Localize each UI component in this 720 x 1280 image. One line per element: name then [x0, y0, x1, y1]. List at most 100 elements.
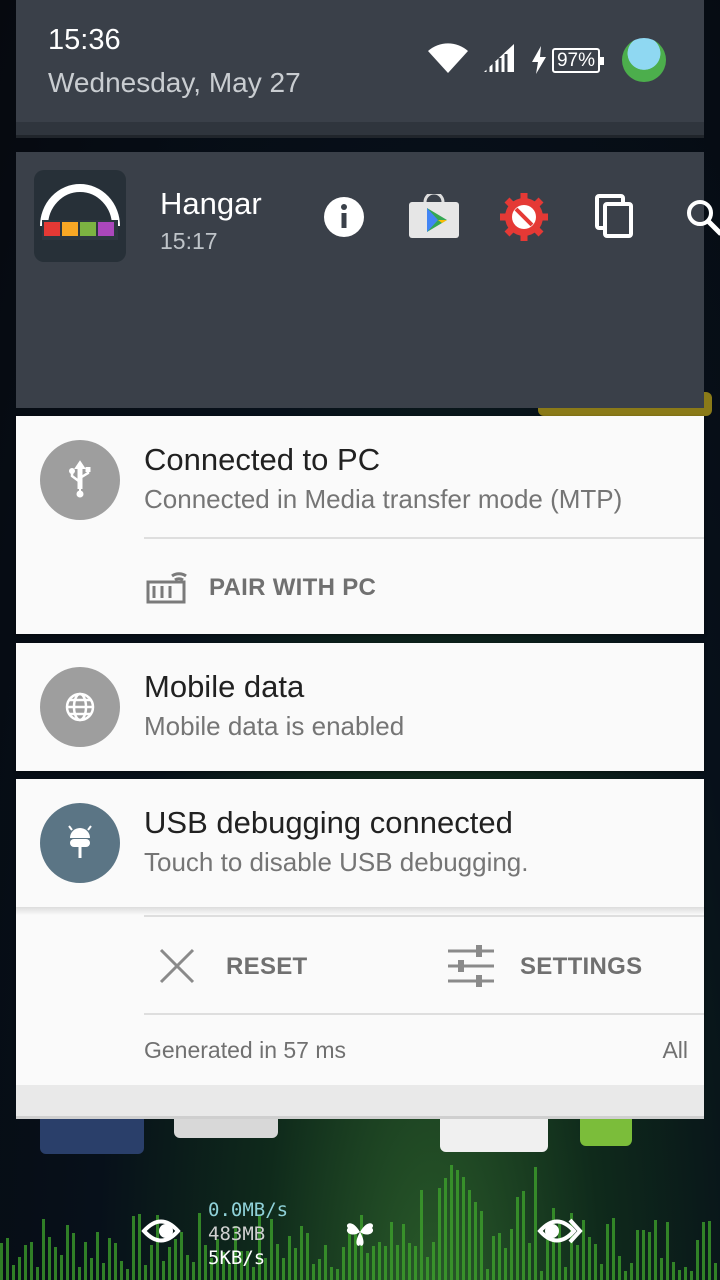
wallpaper-bar — [660, 1258, 663, 1280]
charging-icon — [531, 46, 546, 74]
wallpaper-bar — [648, 1232, 651, 1280]
download-speed: 5KB/s — [208, 1247, 266, 1269]
wallpaper-bar — [288, 1236, 291, 1280]
wallpaper-bar — [60, 1255, 63, 1280]
date[interactable]: Wednesday, May 27 — [48, 67, 301, 99]
divider — [144, 1013, 704, 1015]
generated-time: Generated in 57 ms — [144, 1037, 347, 1063]
wallpaper-bar — [690, 1271, 693, 1280]
wallpaper-bar — [516, 1197, 519, 1280]
wallpaper-bar — [66, 1225, 69, 1280]
wallpaper-bar — [0, 1243, 3, 1280]
usb-icon — [40, 440, 120, 520]
memory-usage: 483MB — [208, 1223, 266, 1245]
wallpaper-bar — [162, 1261, 165, 1280]
divider — [144, 537, 704, 539]
hangar-title: Hangar — [160, 186, 262, 221]
wallpaper-bar — [618, 1256, 621, 1280]
wifi-icon — [427, 41, 468, 80]
cell-signal-icon — [482, 42, 516, 79]
notification-title: Connected to PC — [144, 442, 381, 477]
pair-with-pc-button[interactable]: PAIR WITH PC — [144, 550, 444, 620]
notification-title: Mobile data — [144, 669, 305, 704]
header-divider — [16, 122, 704, 138]
wallpaper-bar — [384, 1246, 387, 1280]
notification-text: Connected in Media transfer mode (MTP) — [144, 484, 623, 514]
wallpaper-bar — [696, 1240, 699, 1280]
play-store-icon[interactable] — [406, 192, 462, 242]
back-button[interactable] — [140, 1210, 182, 1257]
usb-debugging-notification[interactable]: USB debugging connected Touch to disable… — [16, 779, 704, 1085]
close-icon — [158, 947, 196, 990]
wallpaper-bar — [702, 1222, 705, 1280]
connected-pc-notification[interactable]: Connected to PC Connected in Media trans… — [16, 416, 704, 634]
wallpaper-bar — [72, 1233, 75, 1280]
wallpaper-bar — [480, 1211, 483, 1280]
all-link[interactable]: All — [662, 1037, 688, 1064]
wallpaper-bar — [528, 1243, 531, 1280]
wallpaper-bar — [48, 1237, 51, 1280]
wallpaper-bar — [18, 1257, 21, 1280]
wallpaper-bar — [426, 1257, 429, 1280]
wallpaper-bar — [588, 1237, 591, 1280]
wallpaper-bar — [714, 1263, 717, 1280]
wallpaper-bar — [306, 1233, 309, 1280]
mobile-data-notification[interactable]: Mobile data Mobile data is enabled — [16, 643, 704, 771]
wallpaper-bar — [420, 1190, 423, 1280]
divider — [144, 915, 704, 917]
settings-button[interactable]: SETTINGS — [436, 927, 704, 1007]
recents-button[interactable] — [536, 1210, 584, 1257]
back-eye-icon — [141, 1219, 181, 1243]
wallpaper-bar — [684, 1267, 687, 1280]
wallpaper-bar — [672, 1262, 675, 1280]
globe-icon — [40, 667, 120, 747]
wallpaper-bar — [132, 1216, 135, 1280]
wallpaper-bar — [90, 1258, 93, 1280]
user-avatar[interactable] — [622, 38, 666, 82]
wallpaper-bar — [324, 1245, 327, 1280]
info-icon[interactable] — [316, 192, 372, 242]
search-icon[interactable] — [676, 192, 720, 242]
wallpaper-bar — [84, 1242, 87, 1280]
hangar-notification[interactable]: Hangar 15:17 — [16, 152, 720, 408]
wallpaper-bar — [36, 1267, 39, 1280]
status-bar: 15:36 Wednesday, May 27 97% — [16, 0, 704, 122]
wallpaper-bar — [396, 1245, 399, 1280]
wallpaper-bar — [390, 1222, 393, 1280]
wallpaper-bar — [600, 1264, 603, 1280]
recents-eye-icon — [537, 1218, 583, 1244]
home-button[interactable] — [342, 1214, 378, 1255]
wallpaper-bar — [102, 1263, 105, 1280]
wallpaper-bar — [540, 1271, 543, 1280]
wallpaper-bar — [204, 1245, 207, 1280]
wallpaper-bar — [594, 1244, 597, 1280]
wallpaper-bar — [312, 1264, 315, 1280]
wallpaper-bar — [402, 1224, 405, 1280]
reset-label: RESET — [226, 953, 308, 980]
wallpaper-bar — [114, 1243, 117, 1280]
hangar-time: 15:17 — [160, 228, 218, 254]
wallpaper-bar — [438, 1188, 441, 1280]
hangar-app-icon — [34, 170, 126, 262]
battery-percent: 97% — [551, 47, 605, 73]
wallpaper-bar — [198, 1213, 201, 1280]
wallpaper-bar — [474, 1202, 477, 1280]
battery-indicator: 97% — [530, 46, 605, 74]
wallpaper-bar — [624, 1271, 627, 1280]
wallpaper-bar — [318, 1259, 321, 1280]
wallpaper-bar — [462, 1177, 465, 1280]
wallpaper-bar — [330, 1267, 333, 1280]
wallpaper-bar — [30, 1242, 33, 1280]
wallpaper-bar — [336, 1269, 339, 1280]
notification-title: USB debugging connected — [144, 805, 513, 840]
copy-icon[interactable] — [586, 192, 642, 242]
wallpaper-bar — [432, 1242, 435, 1280]
wallpaper-bar — [468, 1190, 471, 1280]
wallpaper-bar — [504, 1248, 507, 1280]
wallpaper-bar — [294, 1248, 297, 1280]
reset-button[interactable]: RESET — [144, 927, 364, 1007]
wallpaper-bar — [120, 1261, 123, 1280]
blocked-settings-icon[interactable] — [496, 192, 552, 242]
wallpaper-bar — [54, 1247, 57, 1280]
wallpaper-bar — [678, 1270, 681, 1280]
